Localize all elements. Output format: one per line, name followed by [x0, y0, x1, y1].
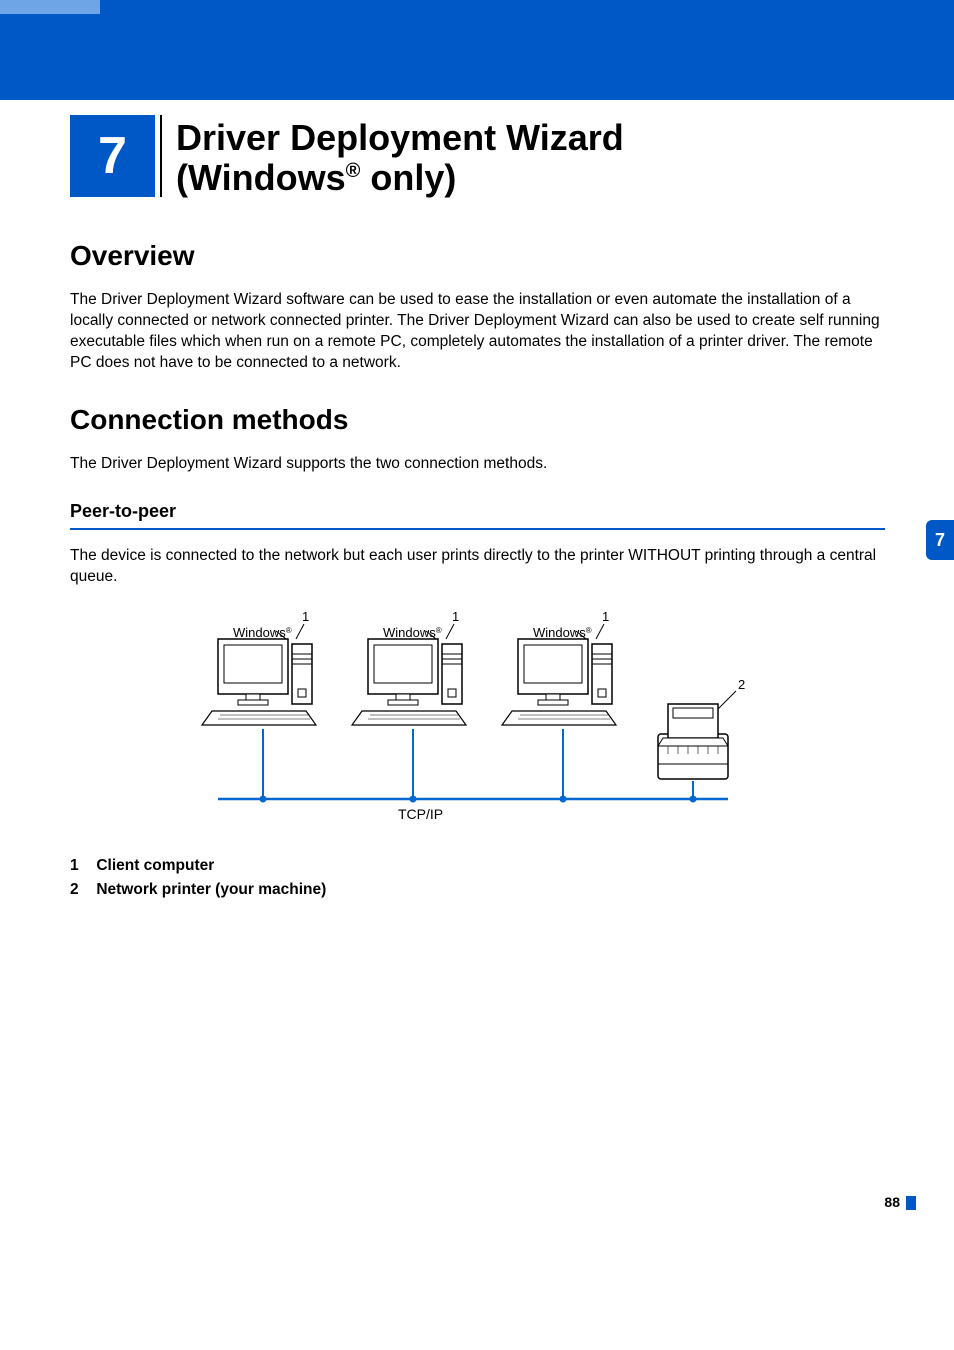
chapter-number-box: 7: [70, 115, 155, 197]
section-tab: 7: [926, 520, 954, 560]
fig-callout-2: 2: [738, 677, 745, 692]
legend-num-1: 1: [70, 857, 92, 875]
connection-methods-heading: Connection methods: [70, 404, 885, 436]
fig-client-label-1: Windows®: [233, 625, 292, 640]
overview-text: The Driver Deployment Wizard software ca…: [70, 290, 885, 374]
figure-legend: 1 Client computer 2 Network printer (you…: [70, 857, 885, 899]
peer-to-peer-text: The device is connected to the network b…: [70, 546, 885, 588]
fig-callout-1c: 1: [602, 609, 609, 624]
page-number-mark: [906, 1196, 916, 1210]
page-content: Overview The Driver Deployment Wizard so…: [70, 240, 885, 905]
legend-num-2: 2: [70, 881, 92, 899]
page-number: 88: [884, 1194, 900, 1210]
chapter-title-line2-prefix: (Windows: [176, 157, 346, 198]
connection-methods-text: The Driver Deployment Wizard supports th…: [70, 454, 885, 475]
fig-callout-1a: 1: [302, 609, 309, 624]
legend-item-1: 1 Client computer: [70, 857, 885, 875]
header-bar: [0, 0, 954, 100]
peer-to-peer-diagram: Windows® 1 Windows® 1 Windows® 1 2: [198, 609, 758, 839]
chapter-divider: [160, 115, 162, 197]
chapter-number: 7: [98, 126, 127, 186]
overview-heading: Overview: [70, 240, 885, 272]
fig-protocol-label: TCP/IP: [398, 806, 443, 822]
subsection-rule: [70, 528, 885, 530]
fig-callout-1b: 1: [452, 609, 459, 624]
section-tab-number: 7: [935, 530, 945, 551]
chapter-title-line1: Driver Deployment Wizard: [176, 117, 624, 158]
peer-to-peer-heading: Peer-to-peer: [70, 501, 885, 522]
fig-client-label-2: Windows®: [383, 625, 442, 640]
legend-label-2: Network printer (your machine): [96, 881, 326, 898]
chapter-title: Driver Deployment Wizard (Windows® only): [176, 118, 624, 197]
legend-item-2: 2 Network printer (your machine): [70, 881, 885, 899]
header-accent: [0, 0, 100, 14]
chapter-title-line2-suffix: only): [360, 157, 456, 198]
registered-mark: ®: [346, 160, 361, 182]
legend-label-1: Client computer: [96, 857, 214, 874]
fig-client-label-3: Windows®: [533, 625, 592, 640]
